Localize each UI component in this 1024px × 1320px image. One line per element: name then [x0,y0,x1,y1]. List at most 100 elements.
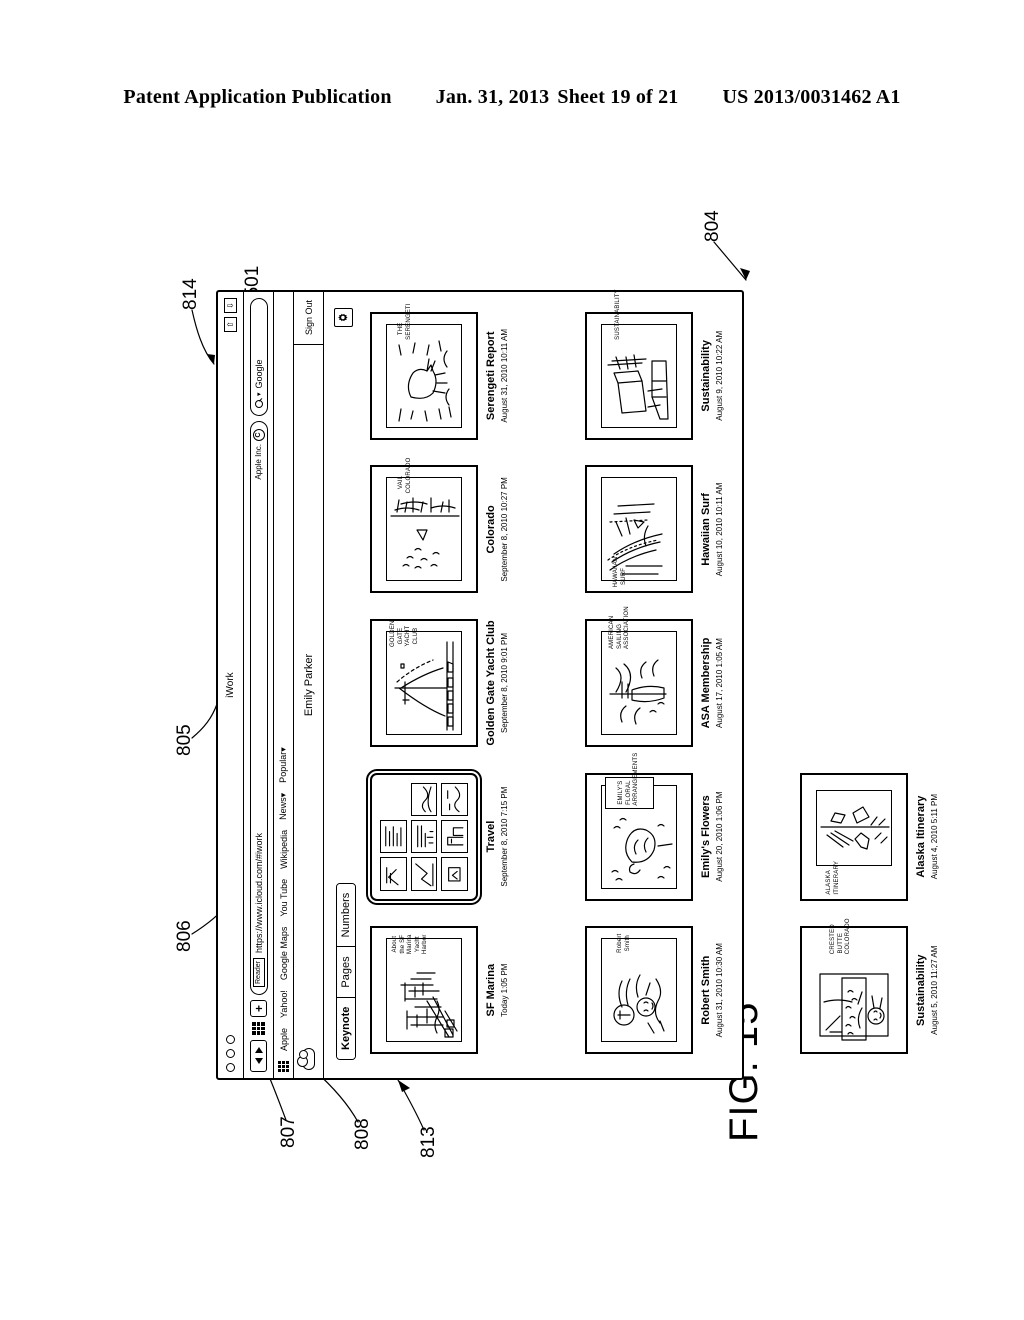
tab-numbers[interactable]: Numbers [337,883,355,947]
document-thumbnail[interactable]: GOLDEN GATE YACHT CLUB [370,619,478,748]
document-thumbnail[interactable]: ALASKA ITINERARY [800,772,908,901]
document-title: ASA Membership [700,637,712,729]
browser-toolbar: + Reader https://www.icloud.com/#iwork A… [244,292,274,1078]
zoom-light-icon[interactable] [226,1035,235,1044]
document-tile[interactable]: Travel September 8, 2010 7:15 PM [368,763,581,911]
tab-keynote[interactable]: Keynote [337,996,355,1059]
close-light-icon[interactable] [226,1063,235,1072]
document-date: August 31, 2010 10:30 AM [715,943,724,1038]
document-thumbnail[interactable]: HAWAIIAN SURF [585,465,693,594]
document-thumbnail[interactable]: THE SERENGETI [370,303,478,440]
document-title: Golden Gate Yacht Club [485,620,497,746]
document-tile[interactable]: AMERICAN SAILING ASSOCIATION ASA Membersh… [583,606,796,757]
document-tile[interactable]: HAWAIIAN SURF Hawaiian Surf August 10, 2… [583,456,796,604]
document-date: August 10, 2010 10:11 AM [715,482,724,577]
search-dropdown-icon[interactable]: ▾ [255,392,263,396]
ref-808: 808 [352,1118,373,1150]
document-thumbnail[interactable]: SUSTAINABILITY [585,289,693,440]
thumbnail-caption: AMERICAN SAILING ASSOCIATION [609,606,630,650]
bookmarks-bar: Apple Yahoo! Google Maps You Tube Wikipe… [274,292,294,1078]
title-bar-right: ⇧ ⇩ [224,298,237,332]
document-thumbnail[interactable]: AMERICAN SAILING ASSOCIATION [585,606,693,748]
bookmark-apple[interactable]: Apple [279,1028,289,1051]
document-thumbnail[interactable]: About the SF Marina Yacht Harbor [370,926,478,1055]
document-date: August 9, 2010 10:22 AM [715,330,724,421]
top-sites-grid-icon[interactable] [252,1022,265,1035]
document-date: August 31, 2010 10:11 AM [500,328,509,423]
folder-thumbnail[interactable] [370,772,478,901]
document-thumbnail[interactable]: CRESTED BUTTE COLORADO [800,918,908,1055]
document-tile[interactable]: THE SERENGETI Serengeti Report August 31… [368,302,581,450]
document-title: Travel [485,820,497,853]
document-tile[interactable]: CRESTED BUTTE COLORADO Sustainability Aug… [798,916,1011,1064]
document-tile[interactable]: SUSTAINABILITY Sustainability August 9, … [583,289,796,450]
publication-label: Patent Application Publication [123,86,392,108]
icloud-cloud-icon[interactable] [302,1048,315,1070]
document-thumbnail[interactable]: EMILY'S FLORAL ARRANGEMENTS [585,753,693,901]
address-bar[interactable]: Reader https://www.icloud.com/#iwork App… [249,421,268,995]
document-thumbnail[interactable]: VAIL COLORADO [370,457,478,594]
document-title: Sustainability [915,954,927,1026]
thumbnail-caption: EMILY'S FLORAL ARRANGEMENTS [605,753,654,809]
browser-window: iWork ⇧ ⇩ + Reader https://www.icloud.co… [216,289,939,1080]
minimize-light-icon[interactable] [226,1049,235,1058]
document-tile[interactable]: EMILY'S FLORAL ARRANGEMENTS Emily's Flowe… [583,753,796,911]
window-controls[interactable] [226,1035,235,1072]
share-icon[interactable]: ⇧ [224,317,237,332]
sign-out-button[interactable]: Sign Out [294,300,323,346]
document-title: SF Marina [485,963,497,1017]
downloads-icon[interactable]: ⇩ [224,298,237,313]
address-bar-right: Apple Inc. C [252,429,265,480]
patent-number: US 2013/0031462 A1 [722,86,901,108]
document-title: Emily's Flowers [700,795,712,878]
document-title: Colorado [485,505,497,554]
thumbnail-caption: VAIL COLORADO [398,457,412,494]
document-tile[interactable]: VAIL COLORADO Colorado September 8, 2010 … [368,456,581,604]
folder-mini-thumb [441,857,468,891]
tab-pages[interactable]: Pages [337,946,355,997]
document-title: Hawaiian Surf [700,493,712,566]
sheet-number: Sheet 19 of 21 [557,86,679,108]
document-date: Today 1:05 PM [500,963,509,1017]
document-tile[interactable]: About the SF Marina Yacht Harbor SF Marin… [368,916,581,1064]
thumbnail-caption: SUSTAINABILITY [615,289,621,340]
ref-814: 814 [180,278,201,310]
reload-icon[interactable]: C [252,429,265,441]
ref-807: 807 [278,1116,299,1148]
url-text: https://www.icloud.com/#iwork [253,832,264,954]
document-tile[interactable]: GOLDEN GATE YACHT CLUB Golden Gate Yacht… [368,609,581,757]
bookmark-popular[interactable]: Popular▾ [278,747,289,783]
bookmark-wikipedia[interactable]: Wikipedia [279,830,289,869]
gear-icon[interactable] [334,308,353,327]
bookmark-news[interactable]: News▾ [278,793,289,820]
back-forward-button[interactable] [250,1040,267,1072]
bookmark-youtube[interactable]: You Tube [279,879,289,917]
back-arrow-icon[interactable] [254,1058,263,1065]
thumbnail-artwork [601,938,677,1043]
thumbnail-caption: ALASKA ITINERARY [826,860,840,895]
window-title-bar: iWork ⇧ ⇩ [218,292,244,1078]
app-tab-bar: Keynote Pages Numbers [336,882,356,1060]
document-date: September 8, 2010 10:27 PM [500,477,509,582]
document-date: August 20, 2010 1:06 PM [715,791,724,882]
folder-mini-thumb [380,819,407,854]
bookmark-yahoo[interactable]: Yahoo! [279,990,289,1018]
thumbnail-artwork [816,789,892,866]
document-tile[interactable]: Robert Smith Robert Smith August 31, 201… [583,916,796,1064]
thumbnail-caption: About the SF Marina Yacht Harbor [392,934,428,954]
document-thumbnail[interactable]: Robert Smith [585,926,693,1055]
new-tab-button[interactable]: + [250,1000,267,1017]
folder-mini-grid [378,781,470,893]
bookmark-google-maps[interactable]: Google Maps [279,927,289,981]
thumbnail-artwork [816,938,892,1043]
forward-arrow-icon[interactable] [254,1047,263,1054]
figure-stage: FIG. 15 814 1501 805 806 807 808 813 804 [162,150,939,1170]
reader-button[interactable]: Reader [252,958,265,987]
thumbnail-caption: CRESTED BUTTE COLORADO [830,918,851,955]
search-field[interactable]: ▾ Google [249,298,268,416]
bookmarks-grid-icon[interactable] [278,1061,289,1072]
document-title: Robert Smith [700,955,712,1025]
folder-mini-thumb [410,857,438,891]
document-tile[interactable]: ALASKA ITINERARY Alaska Itinerary August… [798,763,1011,911]
window-title: iWork [225,672,236,698]
